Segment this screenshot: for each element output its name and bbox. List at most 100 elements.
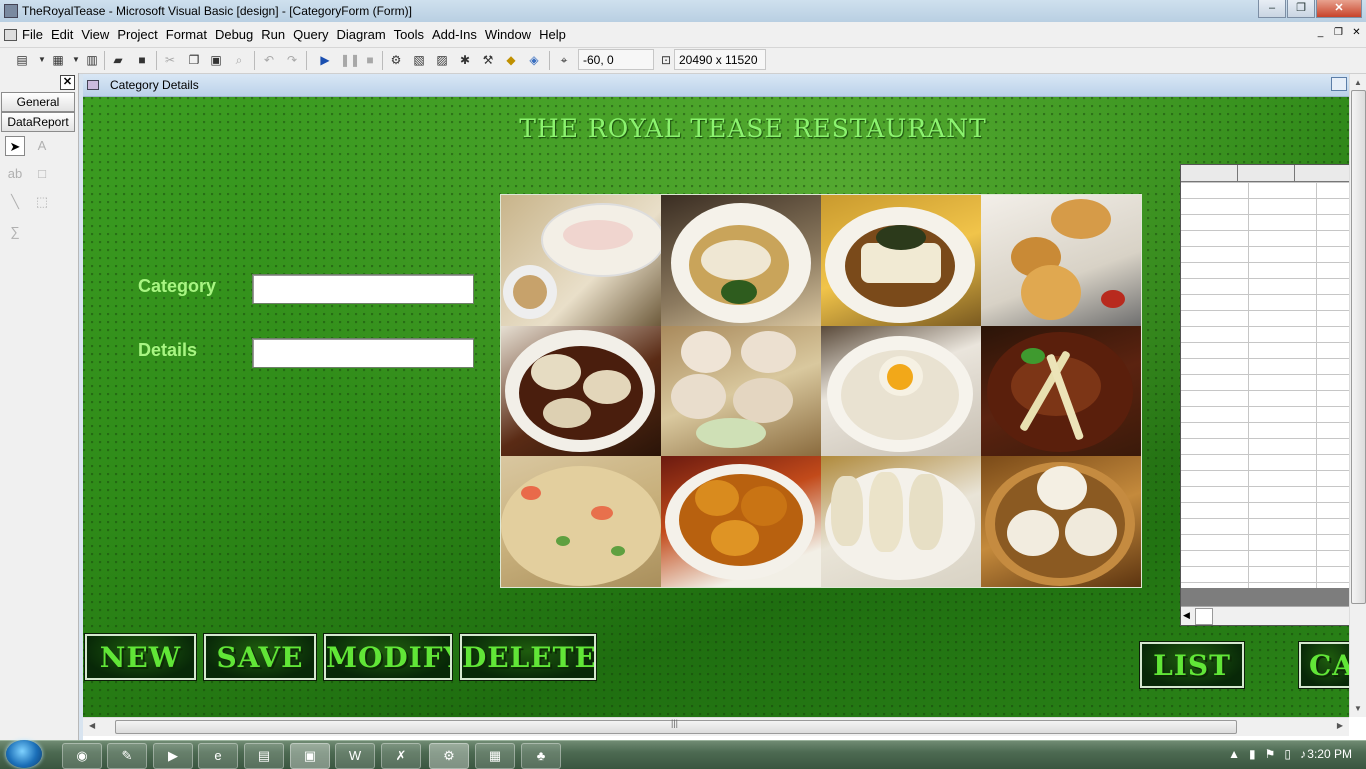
scroll-thumb[interactable] [1195, 608, 1213, 625]
add-form-icon[interactable]: ▦ [50, 52, 66, 68]
scroll-left-icon[interactable]: ◀ [1183, 610, 1190, 621]
scroll-up-icon[interactable]: ▲ [1354, 78, 1362, 87]
network-icon[interactable]: ▮ [1249, 747, 1256, 761]
start-icon[interactable]: ▶ [317, 52, 333, 68]
menu-add-ins[interactable]: Add-Ins [432, 27, 477, 42]
function-tool-icon[interactable]: ∑ [5, 222, 25, 242]
ca-button[interactable]: CA [1298, 641, 1349, 689]
project-explorer-icon[interactable]: ⚙ [388, 52, 404, 68]
food-photo-chicken [661, 195, 821, 326]
break-icon[interactable]: ❚❚ [340, 52, 360, 68]
maximize-button[interactable]: ❐ [1287, 0, 1315, 18]
mdi-workspace: Category Details THE ROYAL TEASE RESTAUR… [83, 74, 1366, 740]
food-photo-xiaolongbao [661, 325, 821, 457]
form-layout-icon[interactable]: ▨ [434, 52, 450, 68]
save-button[interactable]: SAVE [203, 633, 317, 681]
acrobat-icon[interactable]: ✗ [381, 743, 421, 769]
menu-file[interactable]: File [22, 27, 43, 42]
menu-debug[interactable]: Debug [215, 27, 253, 42]
dropdown-arrow-icon[interactable]: ▼ [34, 52, 50, 68]
line-tool-icon[interactable]: ╲ [5, 192, 25, 212]
menu-window[interactable]: Window [485, 27, 531, 42]
menu-editor-icon[interactable]: ▥ [84, 52, 100, 68]
redo-icon[interactable]: ↷ [284, 52, 300, 68]
form-title-bar: Category Details [83, 74, 1349, 97]
minimize-button[interactable]: – [1258, 0, 1286, 18]
list-button[interactable]: LIST [1139, 641, 1245, 689]
menu-tools[interactable]: Tools [394, 27, 424, 42]
games-icon[interactable]: ♣ [521, 743, 561, 769]
shape-tool-icon[interactable]: □ [32, 164, 52, 184]
paste-icon[interactable]: ▣ [208, 52, 224, 68]
internet-explorer-icon[interactable]: e [198, 743, 238, 769]
food-photo-bao-steamer [981, 456, 1141, 587]
label-tool-icon[interactable]: A [32, 136, 52, 156]
dropdown-arrow-icon[interactable]: ▼ [68, 52, 84, 68]
media-player-icon[interactable]: ▶ [153, 743, 193, 769]
component-manager-icon[interactable]: ◈ [526, 52, 542, 68]
object-browser-icon[interactable]: ✱ [457, 52, 473, 68]
cut-icon[interactable]: ✂ [162, 52, 178, 68]
toolbox-tab-datareport[interactable]: DataReport [1, 112, 75, 132]
data-view-icon[interactable]: ◆ [503, 52, 519, 68]
mdi-close-button[interactable]: ✕ [1349, 26, 1364, 40]
chrome-icon[interactable]: ◉ [62, 743, 102, 769]
scroll-left-icon[interactable]: ◀ [89, 721, 95, 730]
menu-run[interactable]: Run [261, 27, 285, 42]
taskbar-clock[interactable]: 3:20 PM [1307, 747, 1352, 761]
menu-diagram[interactable]: Diagram [337, 27, 386, 42]
menu-project[interactable]: Project [117, 27, 157, 42]
menu-edit[interactable]: Edit [51, 27, 73, 42]
start-button[interactable] [6, 740, 42, 768]
size-icon: ⊡ [660, 53, 672, 67]
scroll-right-icon[interactable]: ▶ [1337, 721, 1343, 730]
food-photo-sweet-sour [661, 456, 821, 587]
mdi-doc-icon[interactable] [4, 29, 17, 41]
new-button[interactable]: NEW [84, 633, 197, 681]
modify-button[interactable]: MODIFY [323, 633, 453, 681]
menu-view[interactable]: View [81, 27, 109, 42]
image-tool-icon[interactable]: ⬚ [32, 192, 52, 212]
word-icon[interactable]: W [335, 743, 375, 769]
mdi-minimize-button[interactable]: _ [1313, 26, 1328, 40]
textbox-tool-icon[interactable]: ab [5, 164, 25, 184]
power-icon[interactable]: ▯ [1284, 747, 1291, 761]
form-horizontal-scrollbar[interactable]: ◀ ||| ▶ [83, 717, 1349, 736]
category-datagrid[interactable]: ◀ [1180, 164, 1349, 626]
title-bar: TheRoyalTease - Microsoft Visual Basic [… [0, 0, 1366, 22]
mdi-restore-button[interactable]: ❐ [1331, 26, 1346, 40]
position-readout: -60, 0 [578, 49, 654, 70]
vscroll-thumb[interactable] [1351, 90, 1366, 604]
toolbox-close-icon[interactable]: ✕ [60, 75, 75, 90]
paint-app-icon[interactable]: ▦ [475, 743, 515, 769]
details-input[interactable] [252, 338, 474, 368]
add-project-icon[interactable]: ▤ [14, 52, 30, 68]
toolbox-icon[interactable]: ⚒ [480, 52, 496, 68]
tray-expand-icon[interactable]: ▲ [1228, 747, 1240, 761]
explorer-folder-icon[interactable]: ▤ [244, 743, 284, 769]
menu-query[interactable]: Query [293, 27, 328, 42]
properties-window-icon[interactable]: ▧ [411, 52, 427, 68]
menu-format[interactable]: Format [166, 27, 207, 42]
paint-icon[interactable]: ✎ [107, 743, 147, 769]
save-project-icon[interactable]: ■ [134, 52, 150, 68]
undo-icon[interactable]: ↶ [261, 52, 277, 68]
volume-icon[interactable]: ♪ [1300, 747, 1306, 761]
open-project-icon[interactable]: ▰ [110, 52, 126, 68]
form-maximize-icon[interactable] [1331, 77, 1347, 91]
window-switcher-icon[interactable]: ▣ [290, 743, 330, 769]
datagrid-hscroll[interactable]: ◀ [1181, 606, 1349, 625]
find-icon[interactable]: ⌕ [231, 52, 247, 68]
menu-help[interactable]: Help [539, 27, 566, 42]
copy-icon[interactable]: ❐ [186, 52, 202, 68]
scroll-down-icon[interactable]: ▼ [1354, 704, 1362, 713]
end-icon[interactable]: ■ [362, 52, 378, 68]
delete-button[interactable]: DELETE [459, 633, 597, 681]
form-vertical-scrollbar[interactable]: ▲ ▼ [1349, 74, 1366, 717]
action-center-flag-icon[interactable]: ⚑ [1265, 747, 1276, 761]
visual-basic-icon[interactable]: ⚙ [429, 743, 469, 769]
toolbox-tab-general[interactable]: General [1, 92, 75, 112]
close-button[interactable]: ✕ [1316, 0, 1362, 18]
category-input[interactable] [252, 274, 474, 304]
pointer-tool-icon[interactable]: ➤ [5, 136, 25, 156]
